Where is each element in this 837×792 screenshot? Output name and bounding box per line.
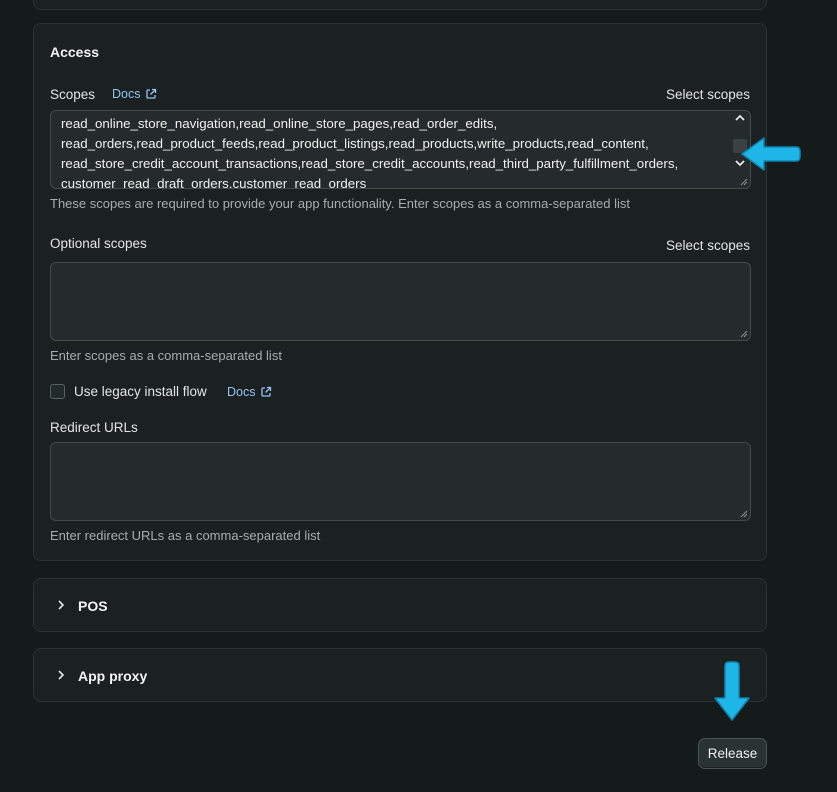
arrow-icon	[714, 661, 750, 721]
optional-select-scopes-link[interactable]: Select scopes	[666, 238, 750, 253]
select-scopes-link[interactable]: Select scopes	[666, 87, 750, 102]
legacy-docs-label: Docs	[227, 385, 256, 399]
optional-scopes-textarea[interactable]	[50, 262, 751, 341]
chevron-right-icon	[58, 670, 65, 680]
app-proxy-title: App proxy	[78, 668, 148, 684]
external-link-icon	[261, 386, 272, 397]
previous-section-card	[33, 0, 767, 10]
legacy-install-label[interactable]: Use legacy install flow	[74, 384, 207, 399]
optional-scopes-help-text: Enter scopes as a comma-separated list	[50, 348, 282, 363]
legacy-install-checkbox[interactable]	[50, 384, 65, 399]
scopes-textarea-value: read_online_store_navigation,read_online…	[61, 116, 679, 189]
app-proxy-toggle[interactable]: App proxy	[34, 649, 766, 701]
resize-grip-icon[interactable]	[738, 176, 748, 186]
scopes-docs-link[interactable]: Docs	[112, 87, 157, 101]
optional-scopes-label: Optional scopes	[50, 236, 147, 251]
access-title: Access	[50, 44, 100, 60]
scopes-label: Scopes	[50, 87, 96, 102]
scopes-docs-label: Docs	[112, 87, 141, 101]
pos-toggle[interactable]: POS	[34, 579, 766, 631]
legacy-docs-link[interactable]: Docs	[227, 385, 272, 399]
chevron-right-icon	[58, 600, 65, 610]
pos-title: POS	[78, 598, 108, 614]
external-link-icon	[146, 88, 157, 99]
redirect-urls-textarea[interactable]	[50, 442, 751, 521]
redirect-urls-help-text: Enter redirect URLs as a comma-separated…	[50, 528, 321, 543]
access-card: Access Scopes Docs Select scopes read_on…	[33, 23, 767, 561]
scopes-textarea[interactable]: read_online_store_navigation,read_online…	[50, 110, 751, 189]
app-proxy-section: App proxy	[33, 648, 767, 702]
resize-grip-icon[interactable]	[738, 328, 748, 338]
redirect-urls-label: Redirect URLs	[50, 420, 138, 435]
pos-section: POS	[33, 578, 767, 632]
arrow-icon	[741, 137, 801, 171]
scopes-help-text: These scopes are required to provide you…	[50, 196, 631, 211]
resize-grip-icon[interactable]	[738, 508, 748, 518]
scroll-up-icon[interactable]	[735, 114, 745, 124]
release-button[interactable]: Release	[698, 738, 767, 769]
